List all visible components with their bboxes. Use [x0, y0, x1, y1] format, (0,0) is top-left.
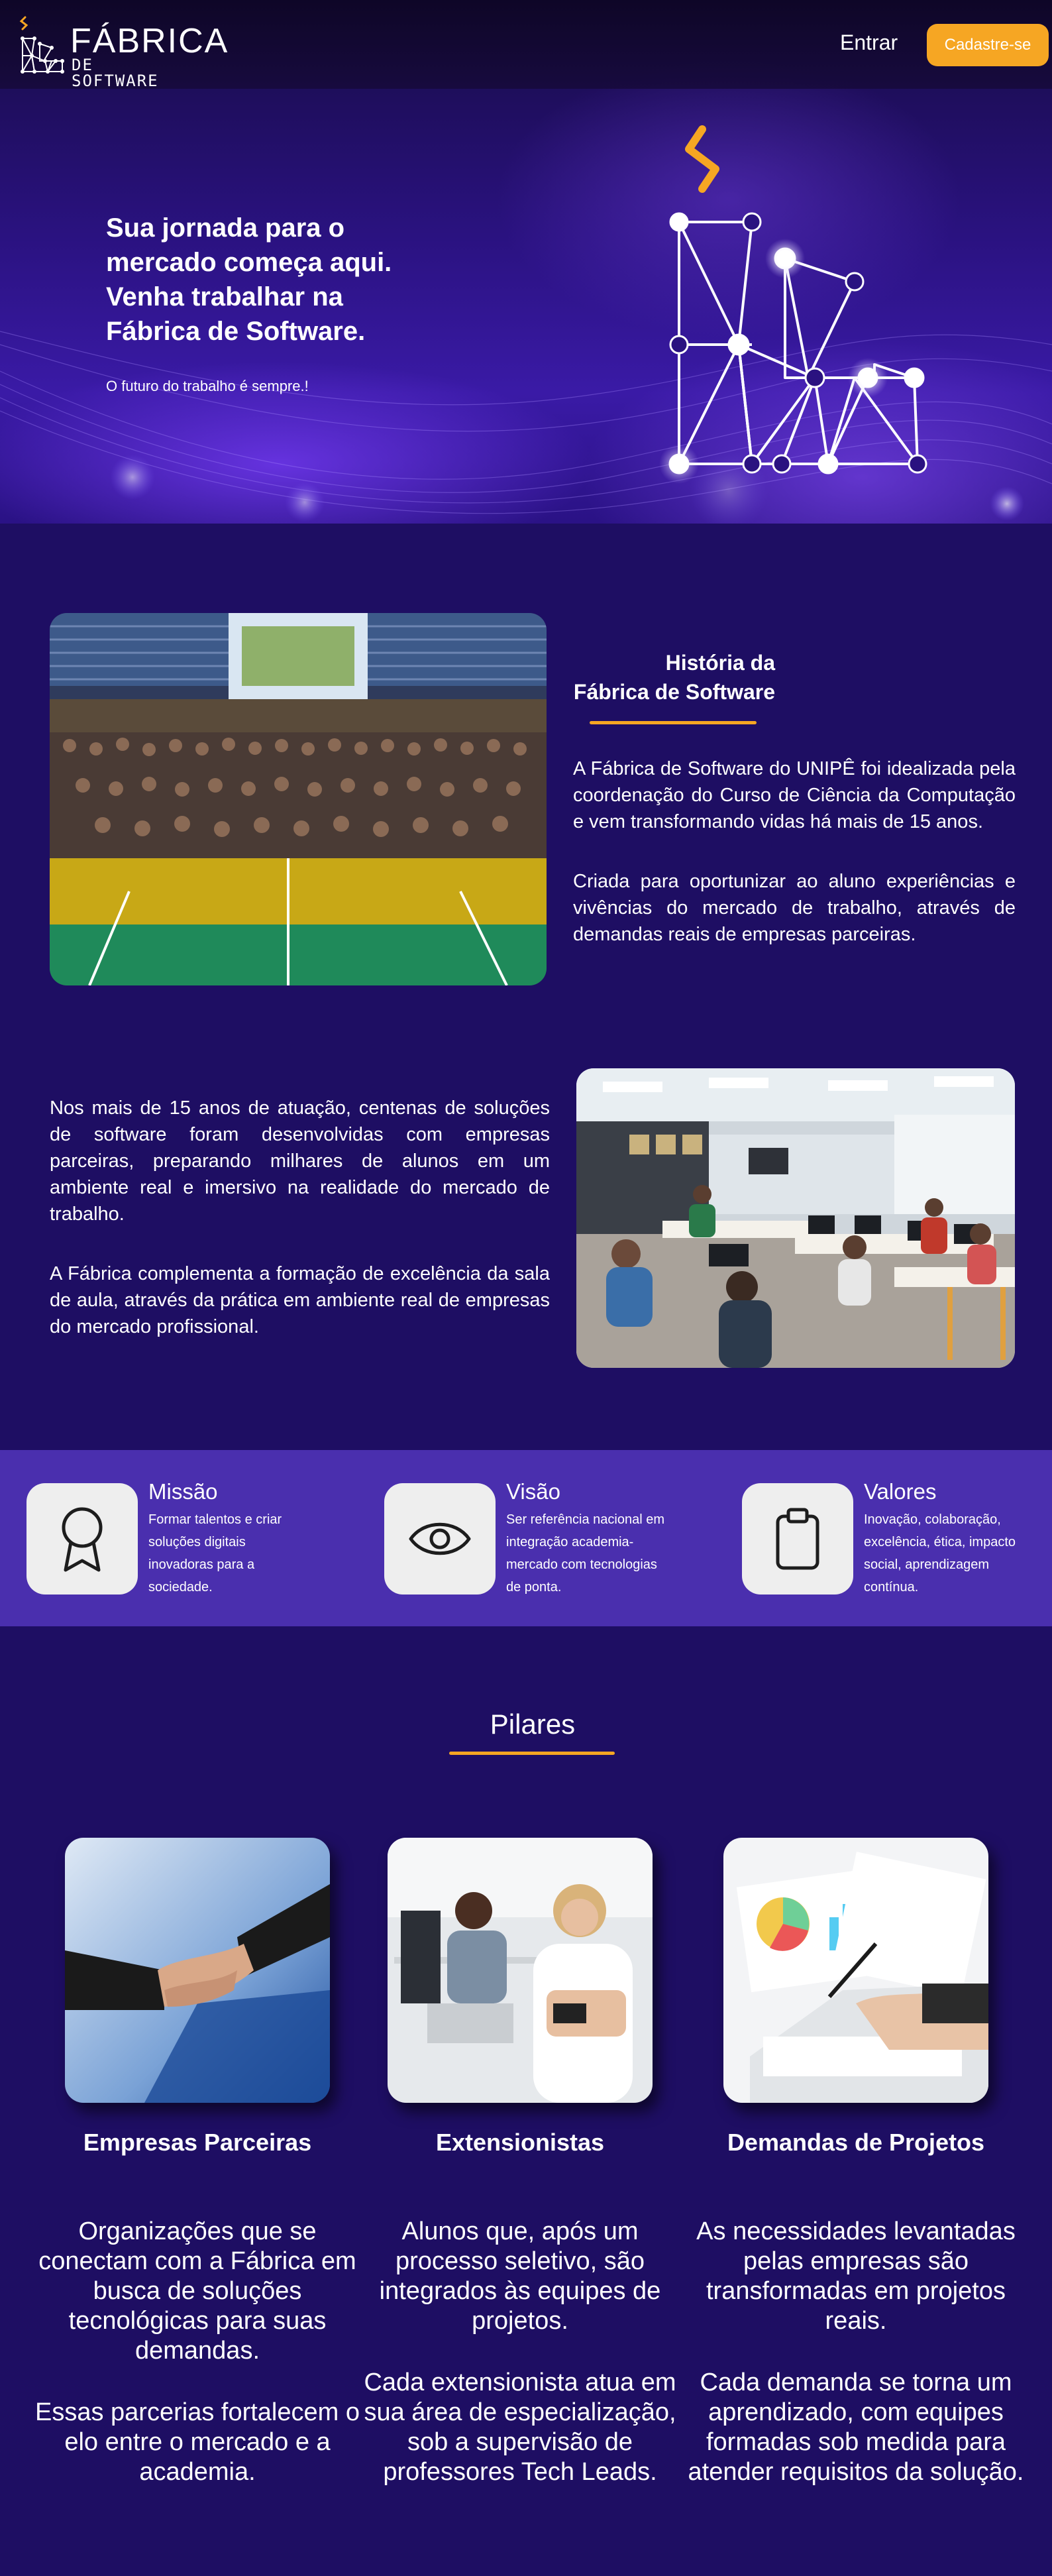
logo-subtitle: DE SOFTWARE	[72, 56, 159, 90]
values-title: Valores	[864, 1479, 937, 1504]
network-logo-graphic	[659, 125, 927, 484]
history-paragraph-2: Criada para oportunizar ao aluno experiê…	[573, 871, 1016, 945]
fabrica-logo[interactable]: FÁBRICA DE SOFTWARE	[17, 15, 227, 89]
extensionists-image	[388, 1838, 653, 2103]
logo-title: FÁBRICA	[70, 22, 229, 60]
history-title-line: Fábrica de Software	[573, 680, 775, 704]
logo-network-icon	[19, 16, 64, 74]
hero-title-line: mercado começa aqui.	[106, 248, 392, 277]
pillar-text-partners-2: Essas parcerias fortalecem o elo entre o…	[35, 2398, 360, 2486]
history-paragraph-3: Nos mais de 15 anos de atuação, centenas…	[50, 1097, 550, 1225]
vision-title: Visão	[506, 1479, 560, 1504]
pillar-name-partners: Empresas Parceiras	[83, 2129, 312, 2156]
group-photo-image	[50, 613, 547, 985]
charts-documents-photo	[723, 1838, 988, 2103]
pillar-name-project-demands: Demandas de Projetos	[727, 2129, 985, 2156]
signup-button[interactable]: Cadastre-se	[927, 24, 1049, 66]
hero-title-line: Fábrica de Software.	[106, 317, 366, 346]
award-ribbon-icon	[62, 1507, 103, 1572]
history-title-line: História da	[665, 651, 775, 675]
hero-title-line: Venha trabalhar na	[106, 282, 343, 311]
pillar-text-project-demands-2: Cada demanda se torna um aprendizado, co…	[688, 2369, 1024, 2486]
hero-title: Sua jornada para o mercado começa aqui. …	[106, 211, 450, 349]
lab-photo-classroom	[576, 1068, 1015, 1368]
top-navigation-bar: FÁBRICA DE SOFTWARE Entrar Cadastre-se	[0, 0, 1052, 89]
project-demands-image	[723, 1838, 988, 2103]
clipboard-icon	[776, 1508, 819, 1570]
mission-text: Formar talentos e criar soluções digitai…	[148, 1512, 282, 1595]
pillar-text-extensionists-2: Cada extensionista atua em sua área de e…	[364, 2369, 676, 2486]
pillar-text-project-demands-1: As necessidades levantadas pelas empresa…	[696, 2217, 1016, 2335]
pillar-text-extensionists-1: Alunos que, após um processo seletivo, s…	[379, 2217, 661, 2335]
history-paragraph-1: A Fábrica de Software do UNIPÊ foi ideal…	[573, 758, 1016, 832]
pillars-title: Pilares	[490, 1708, 576, 1740]
pillar-text-partners-1: Organizações que se conectam com a Fábri…	[38, 2217, 356, 2365]
history-title-underline	[590, 721, 757, 724]
partners-handshake-image	[65, 1838, 330, 2103]
students-laptop-photo	[388, 1838, 653, 2103]
mission-title: Missão	[148, 1479, 218, 1504]
values-text: Inovação, colaboração, excelência, ética…	[864, 1512, 1016, 1595]
vision-text: Ser referência nacional em integração ac…	[506, 1512, 665, 1595]
group-photo-gym	[50, 613, 547, 985]
hero-title-line: Sua jornada para o	[106, 213, 345, 243]
values-card-icon-box	[742, 1483, 853, 1595]
lab-photo-image	[576, 1068, 1015, 1368]
pillar-name-extensionists: Extensionistas	[435, 2129, 605, 2156]
login-link[interactable]: Entrar	[840, 30, 898, 55]
hero-subtitle: O futuro do trabalho é sempre.!	[106, 378, 309, 394]
history-title: História da Fábrica de Software	[563, 648, 775, 706]
history-paragraph-4: A Fábrica complementa a formação de exce…	[50, 1263, 550, 1337]
pillars-title-underline	[449, 1752, 615, 1755]
eye-icon	[409, 1522, 471, 1555]
vision-card-icon-box	[384, 1483, 496, 1595]
handshake-photo	[65, 1838, 330, 2103]
mission-card-icon-box	[26, 1483, 138, 1595]
